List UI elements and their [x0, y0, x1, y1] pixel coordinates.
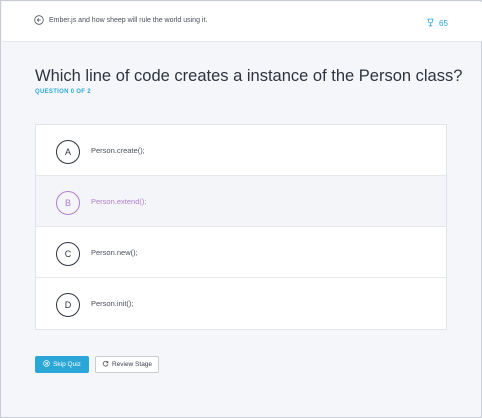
- option-text: Person.new();: [91, 248, 138, 257]
- answer-option-d[interactable]: D Person.init();: [36, 278, 446, 329]
- option-text: Person.extend();: [91, 197, 147, 206]
- trophy-icon: [426, 18, 435, 29]
- answer-option-c[interactable]: C Person.new();: [36, 227, 446, 278]
- app-frame: Ember.js and how sheep will rule the wor…: [0, 0, 482, 418]
- skip-quiz-button[interactable]: Skip Quiz: [35, 356, 89, 373]
- top-bar: Ember.js and how sheep will rule the wor…: [2, 2, 482, 42]
- review-stage-button[interactable]: Review Stage: [95, 356, 159, 373]
- question-progress: QUESTION 0 OF 2: [35, 89, 91, 95]
- option-text: Person.init();: [91, 299, 134, 308]
- option-letter-circle: A: [56, 140, 80, 164]
- question-title: Which line of code creates a instance of…: [35, 67, 463, 85]
- points-badge[interactable]: 65: [426, 16, 448, 30]
- option-text: Person.create();: [91, 146, 145, 155]
- option-letter-circle: D: [56, 293, 80, 317]
- skip-quiz-label: Skip Quiz: [53, 361, 81, 368]
- course-title[interactable]: Ember.js and how sheep will rule the wor…: [49, 17, 207, 24]
- option-letter-circle: B: [56, 191, 80, 215]
- skip-icon: [43, 360, 50, 369]
- points-value: 65: [439, 18, 448, 28]
- answer-options: A Person.create(); B Person.extend(); C …: [35, 124, 447, 330]
- back-arrow-icon[interactable]: [34, 15, 50, 31]
- answer-option-a[interactable]: A Person.create();: [36, 125, 446, 176]
- refresh-icon: [102, 360, 109, 369]
- answer-option-b[interactable]: B Person.extend();: [36, 176, 446, 227]
- review-stage-label: Review Stage: [111, 361, 153, 368]
- option-letter-circle: C: [56, 242, 80, 266]
